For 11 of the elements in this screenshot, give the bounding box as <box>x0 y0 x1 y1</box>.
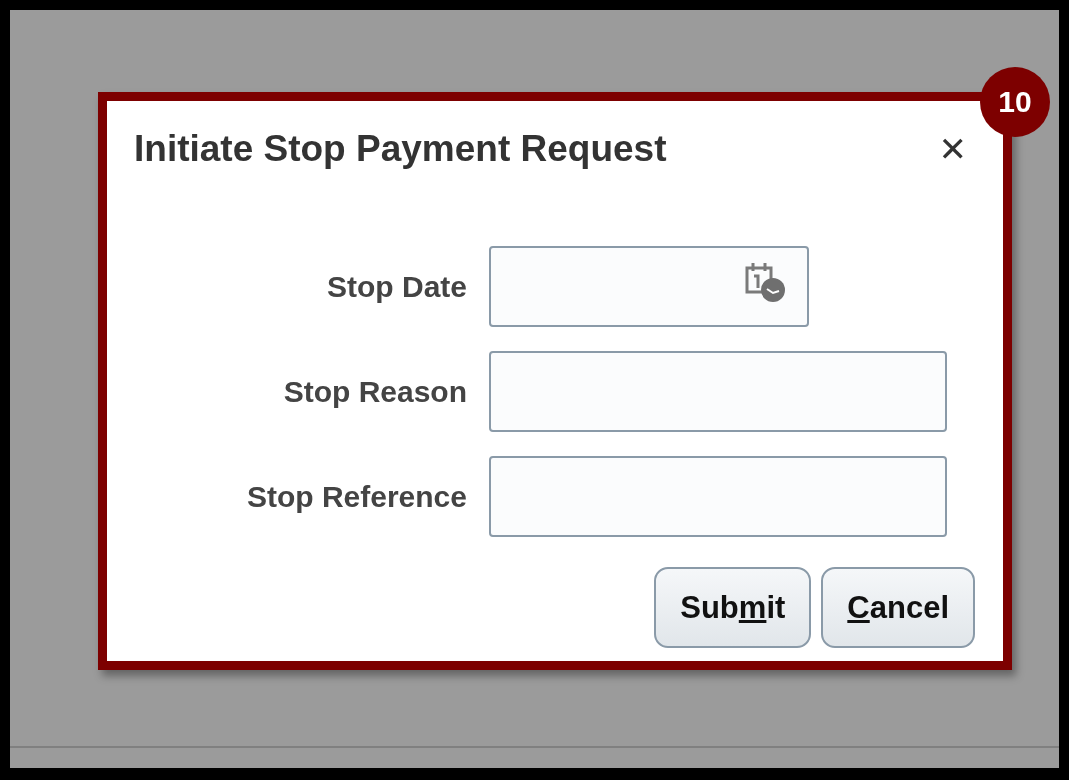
field-label: Stop Date <box>326 269 467 304</box>
dialog-button[interactable]: Cancel <box>821 567 975 648</box>
date-field[interactable] <box>489 246 809 327</box>
dialog-title: Initiate Stop Payment Request <box>134 128 667 170</box>
text-field[interactable] <box>489 456 947 537</box>
field-label: Stop Reference <box>245 479 467 514</box>
step-badge: 10 <box>980 67 1050 137</box>
dialog-button[interactable]: Submit <box>654 567 812 648</box>
close-button[interactable]: ✕ <box>938 129 967 169</box>
text-field[interactable] <box>489 351 947 432</box>
field-label: Stop Reason <box>282 374 467 409</box>
